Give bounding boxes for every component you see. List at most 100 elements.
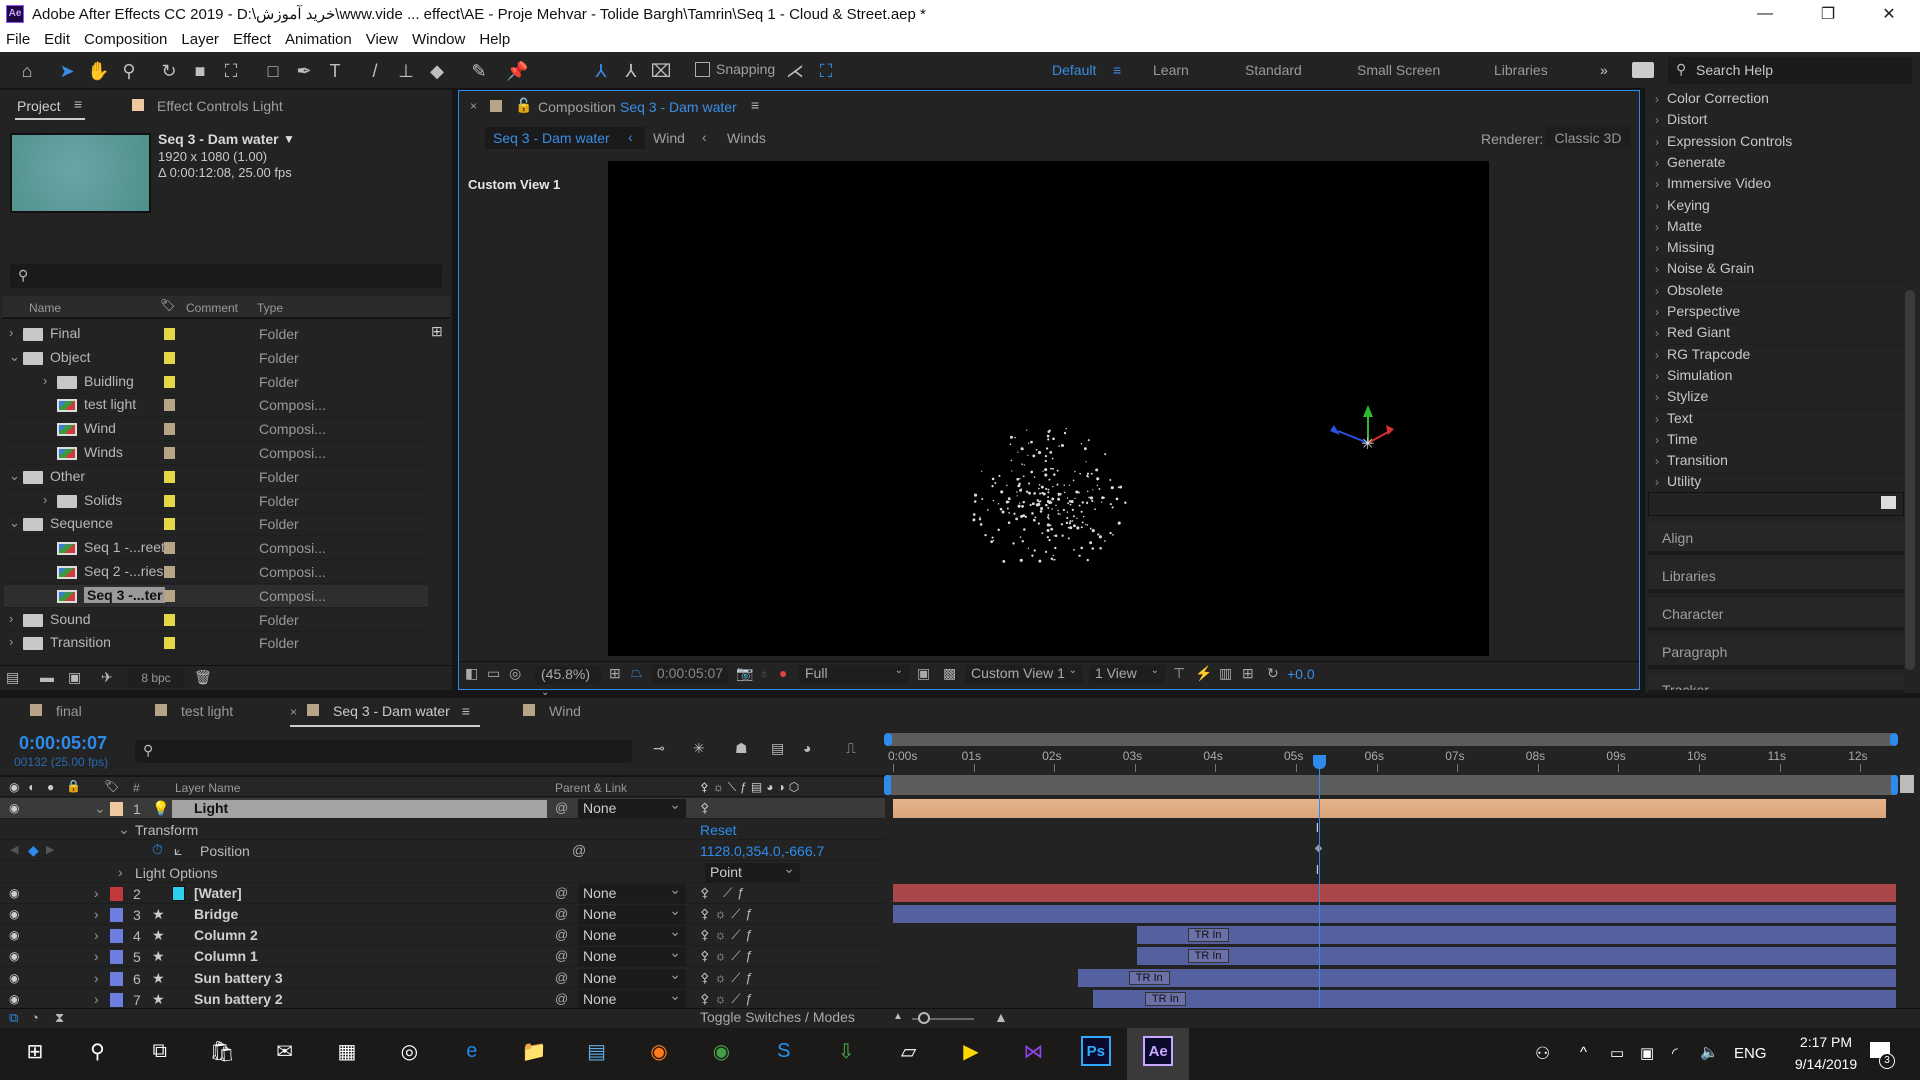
effect-category[interactable]: › Missing [1650,239,1905,261]
expand-icon[interactable]: › [118,864,123,880]
effect-category[interactable]: › Simulation [1650,367,1905,388]
zoom-out-icon[interactable]: ▲ [893,1011,903,1022]
rectangle-tool-icon[interactable]: □ [262,60,284,82]
workspace-menu-icon[interactable]: ≡ [1113,62,1121,78]
expand-icon[interactable]: › [43,373,47,388]
project-item[interactable]: Seq 3 -...ter Composi... [4,584,428,608]
timeline-tab[interactable]: test light [155,703,233,727]
snap-edges-icon[interactable]: ⋌ [784,60,806,82]
expand-icon[interactable]: › [94,970,99,986]
label-swatch[interactable] [164,375,175,388]
graph-icon[interactable]: ⟀ [174,842,182,859]
visibility-eye-icon[interactable]: ◉ [9,886,19,900]
3d-glasses-icon[interactable]: ◎ [509,665,521,682]
pen-tool-icon[interactable]: ✒ [293,60,315,82]
adjust-settings-icon[interactable]: ✈ [101,669,113,686]
label-swatch[interactable] [164,351,175,364]
layer-switches[interactable]: ⚴ ⟋ƒ [700,885,749,901]
label-swatch[interactable] [110,908,123,922]
hide-shy-layers-icon[interactable]: ☗ [735,740,748,757]
graph-editor-icon[interactable]: ⎍ [846,740,856,757]
collapse-icon[interactable]: ⌄ [9,468,20,484]
taskbar-search-icon[interactable]: ⚲ [82,1036,112,1066]
show-snapshot-icon[interactable]: ♁ [759,665,770,681]
project-item[interactable]: ⌄ Sequence Folder [4,513,428,537]
label-swatch[interactable] [110,950,123,965]
project-item[interactable]: › Buidling Folder [4,371,428,394]
menu-edit[interactable]: Edit [44,31,70,48]
layer-switches[interactable]: ⚴☼⟋ƒ [700,991,758,1007]
panel-menu-icon[interactable]: ≡ [751,97,759,113]
taskbar-firefox-icon[interactable]: ◉ [644,1036,674,1066]
effect-category[interactable]: › Noise & Grain [1650,260,1905,282]
layer-switches[interactable]: ⚴☼⟋ƒ [700,970,758,986]
label-swatch[interactable] [164,447,175,459]
label-swatch[interactable] [110,886,123,901]
camera-tool-icon[interactable]: ■ [189,60,211,82]
layer-row[interactable]: ◉ › 5 ★ Column 1 @ None ⚴☼⟋ƒ [0,944,885,968]
layer-switches[interactable]: ⚴☼⟋ƒ [700,948,758,964]
layer-bar-light[interactable] [893,799,1886,818]
taskbar-calculator-icon[interactable]: ▦ [332,1036,362,1066]
visibility-eye-icon[interactable]: ◉ [9,949,19,963]
motion-blur-icon[interactable]: ◕ [803,740,811,756]
label-tag-icon[interactable]: 🏷 [104,779,119,793]
effect-category[interactable]: › Stylize [1650,388,1905,410]
project-item[interactable]: Seq 2 -...ries Composi... [4,561,428,584]
pickwhip-icon[interactable]: @ [555,948,568,963]
panel-paragraph[interactable]: Paragraph [1648,636,1904,669]
rotate-tool-icon[interactable]: ↻ [158,60,180,82]
layer-row[interactable]: ◉ › 3 ★ Bridge @ None ⚴☼⟋ƒ [0,902,885,925]
composition-viewer[interactable]: ✳ [608,161,1489,656]
zoom-in-icon[interactable]: ▲ [994,1009,1008,1025]
effect-category[interactable]: › Expression Controls [1650,133,1905,154]
project-item[interactable]: › Sound Folder [4,609,428,632]
taskbar-task-view-icon[interactable]: ⧉ [145,1036,175,1066]
panel-align[interactable]: Align [1648,522,1904,555]
transparency-grid-icon[interactable]: ▩ [943,665,956,682]
prev-keyframe-icon[interactable]: ◀ [10,843,18,856]
panel-libraries[interactable]: Libraries [1648,560,1904,593]
layer-name[interactable]: ★ Sun battery 3 [152,970,547,988]
column-layer-name[interactable]: Layer Name [175,781,240,795]
zoom-slider-handle[interactable] [918,1012,930,1024]
timeline-search-input[interactable]: ⚲ [135,740,632,763]
transform-group[interactable]: ⌄ Transform Reset [0,819,885,841]
search-help-input[interactable]: ⚲ Search Help [1668,57,1912,84]
snapshot-icon[interactable]: 📷 [736,665,753,682]
comp-dropdown-icon[interactable]: ▼ [283,132,295,146]
pickwhip-icon[interactable]: @ [555,970,568,985]
pickwhip-icon[interactable]: @ [555,800,568,815]
label-swatch[interactable] [110,992,123,1007]
position-property[interactable]: ◀ ◆ ▶ ⏱ ⟀ Position @1128.0,354.0,-666.7 [0,840,885,862]
renderer-button[interactable]: Classic 3D [1545,127,1631,149]
taskbar-skype-icon[interactable]: S [769,1036,799,1066]
layer-bar[interactable] [893,883,1896,902]
new-preset-icon[interactable] [1881,496,1896,509]
workspace-learn[interactable]: Learn [1153,62,1189,78]
layer-bar[interactable]: TR In [1078,968,1896,987]
effect-category[interactable]: › Obsolete [1650,282,1905,303]
new-composition-icon[interactable]: ▣ [68,669,81,686]
label-swatch[interactable] [110,802,123,816]
layer-bar[interactable]: TR In [1092,989,1896,1008]
light-type-dropdown[interactable]: Point [705,860,800,882]
effect-category[interactable]: › Generate [1650,154,1905,175]
bit-depth-button[interactable]: 8 bpc [128,668,184,688]
timeline-tab[interactable]: final [30,703,82,727]
project-item[interactable]: Wind Composi... [4,418,428,442]
always-preview-icon[interactable]: ◧ [465,665,478,682]
effect-category[interactable]: › Distort [1650,111,1905,133]
label-swatch[interactable] [164,470,175,483]
layer-row[interactable]: ◉ › 6 ★ Sun battery 3 @ None ⚴☼⟋ƒ [0,966,885,989]
label-swatch[interactable] [164,399,175,412]
fast-previews-icon[interactable]: ⚡ [1195,665,1212,682]
breadcrumb-wind[interactable]: Wind [653,130,685,146]
expand-icon[interactable]: › [9,325,13,340]
playhead-handle[interactable] [1312,755,1326,769]
menu-window[interactable]: Window [412,31,465,48]
taskbar-notepad-icon[interactable]: ▱ [894,1036,924,1066]
z-axis-arrow[interactable] [1330,425,1340,435]
taskbar-kmplayer-icon[interactable]: ▶ [956,1036,986,1066]
layer-marker[interactable]: TR In [1187,928,1229,943]
